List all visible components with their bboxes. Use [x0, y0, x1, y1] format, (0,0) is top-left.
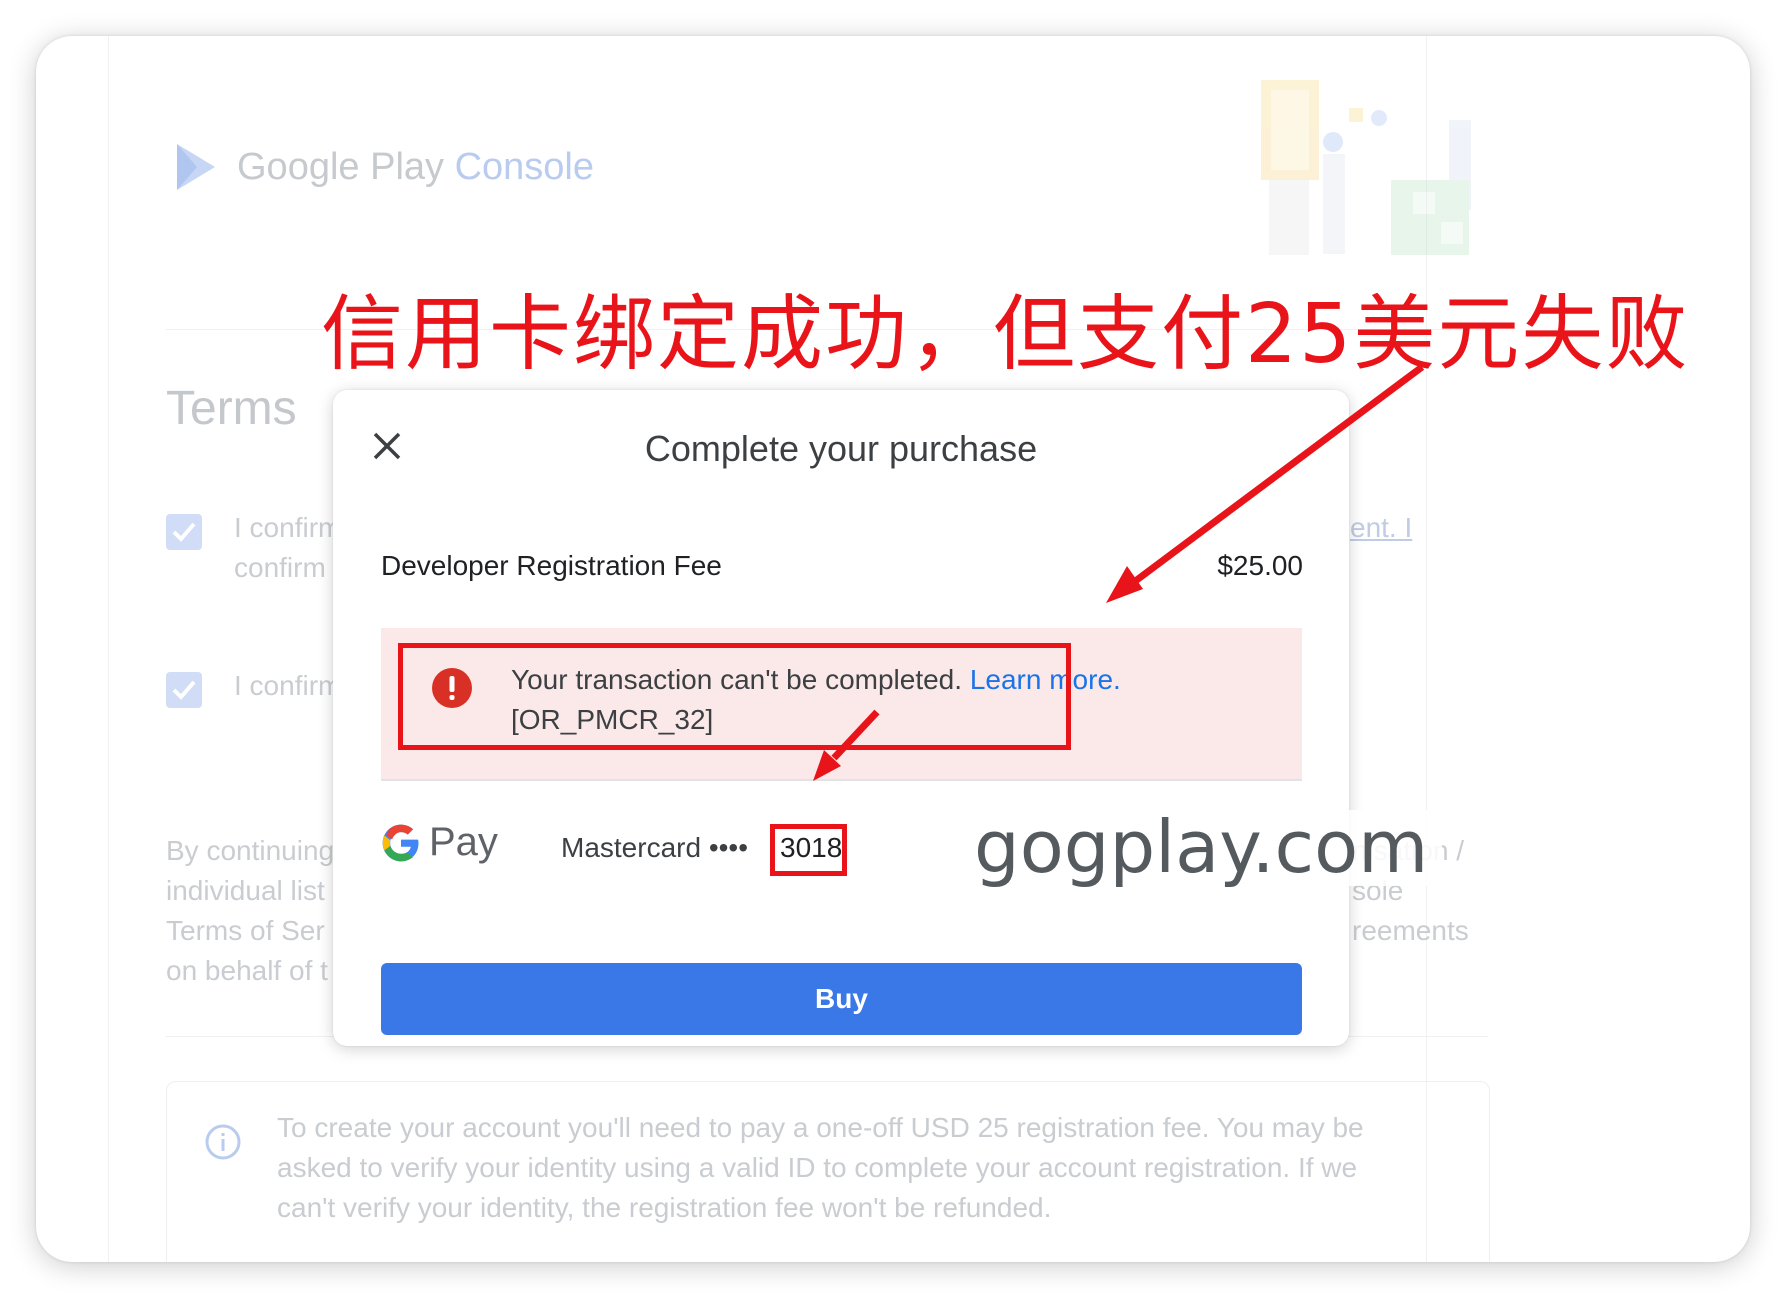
arrow-to-error — [1106, 364, 1425, 603]
arrow-to-card-digits — [813, 709, 880, 781]
screenshot-frame: Google Play Console Terms I confirm ent.… — [36, 36, 1750, 1262]
annotation-arrows — [813, 364, 1425, 781]
